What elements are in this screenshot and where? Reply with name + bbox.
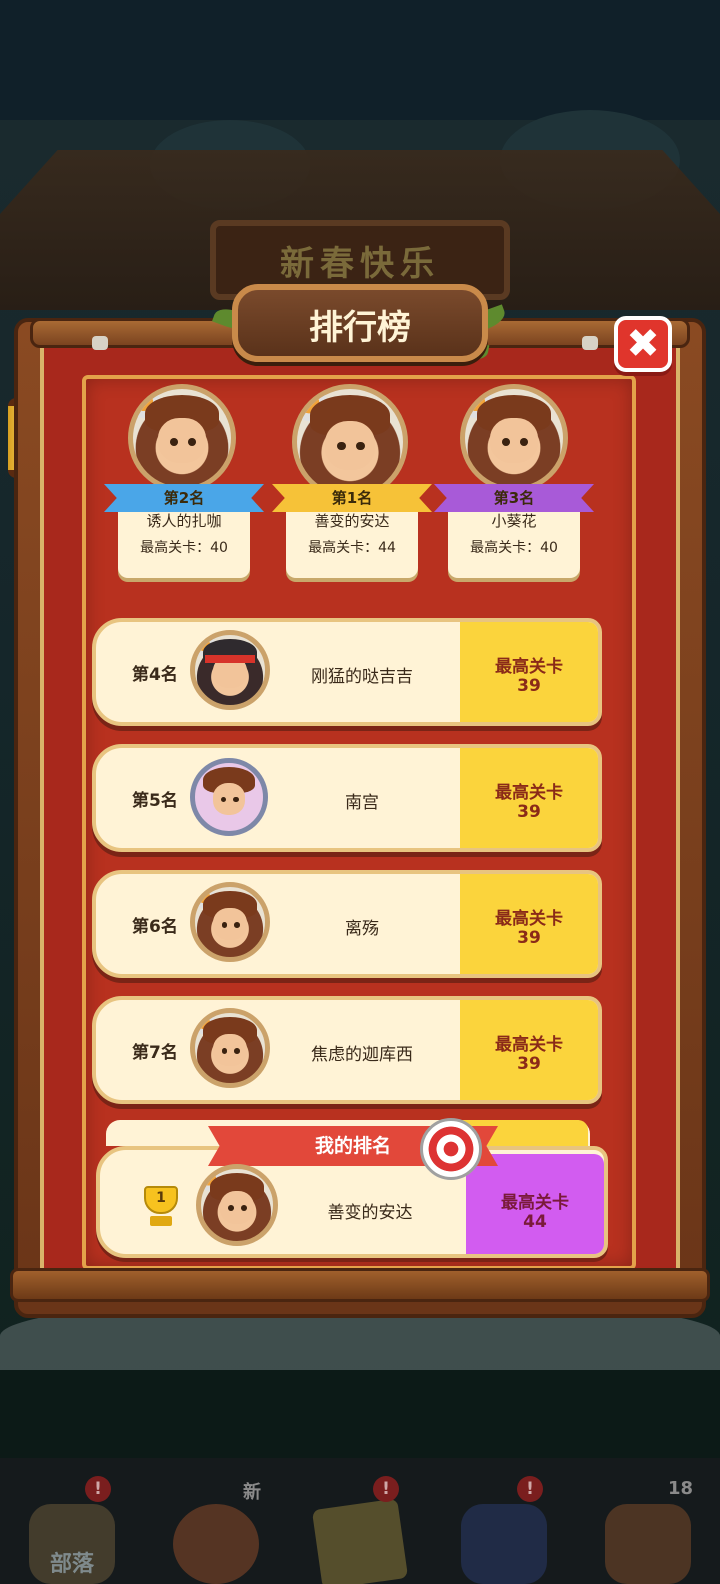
target-icon[interactable]	[420, 1118, 482, 1180]
player-avatar[interactable]	[190, 1008, 270, 1088]
avatar-eye	[502, 438, 511, 446]
avatar-eye	[170, 438, 179, 446]
ranking-name: 离殇	[345, 919, 379, 939]
ranking-rank: 第6名	[132, 917, 178, 937]
nav-tribe[interactable]: 部落 !	[17, 1474, 127, 1584]
podium-avatar-1[interactable]	[292, 384, 408, 500]
ranking-name: 刚猛的哒吉吉	[311, 667, 413, 687]
podium-level-2: 最高关卡：40	[140, 540, 228, 556]
background-sign-text: 新春快乐	[280, 244, 440, 284]
avatar-eye	[221, 1048, 228, 1054]
player-avatar[interactable]	[190, 882, 270, 962]
nav-label: 部落	[49, 1552, 94, 1577]
trophy-base	[150, 1216, 172, 1226]
my-rank-number: 1	[156, 1190, 166, 1206]
shop-icon	[605, 1504, 691, 1584]
nav-badge: 新	[243, 1482, 261, 1503]
ranking-name: 焦虑的迦库西	[311, 1045, 413, 1065]
avatar-eye	[519, 438, 528, 446]
ranking-level-value: 39	[517, 802, 541, 822]
avatar-face	[324, 420, 376, 470]
pet-icon	[461, 1504, 547, 1584]
background-ground	[0, 1370, 720, 1460]
podium-level-3: 最高关卡：40	[470, 540, 558, 556]
ranking-rank: 第5名	[132, 791, 178, 811]
podium-name-2: 诱人的扎咖	[146, 512, 222, 530]
avatar-eye	[241, 1205, 248, 1211]
ranking-row[interactable]: 第7名 焦虑的迦库西 最高关卡 39	[92, 996, 602, 1104]
nav-badge: 18	[667, 1478, 693, 1499]
map-icon	[311, 1498, 409, 1584]
player-avatar[interactable]	[190, 758, 268, 836]
podium-avatar-3[interactable]	[460, 384, 568, 492]
my-rank-level-label: 最高关卡	[501, 1193, 569, 1213]
trophy-icon: 1	[136, 1186, 186, 1228]
title-plate: 排行榜	[232, 284, 488, 362]
avatar-face	[213, 1034, 247, 1067]
avatar-eye	[221, 922, 228, 928]
avatar-face	[490, 418, 538, 464]
avatar-headband	[204, 654, 256, 663]
avatar-face	[219, 1190, 255, 1224]
ranking-rank: 第4名	[132, 665, 178, 685]
ranking-level-label: 最高关卡	[495, 1035, 563, 1055]
podium-name-1: 善变的安达	[314, 512, 390, 530]
avatar-face	[213, 908, 247, 941]
close-button[interactable]: ✖	[614, 316, 672, 372]
podium-ribbon-3: 第3名	[434, 484, 594, 512]
rivet	[582, 336, 598, 350]
my-rank-name: 善变的安达	[327, 1203, 413, 1223]
avatar-eye	[234, 1048, 240, 1054]
podium-name-3: 小葵花	[491, 512, 537, 530]
avatar-face	[212, 783, 246, 815]
ranking-level-label: 最高关卡	[495, 783, 563, 803]
nav-badge: !	[373, 1476, 399, 1502]
nav-shop[interactable]: 18	[593, 1474, 703, 1584]
nav-badge: !	[517, 1476, 543, 1502]
close-icon: ✖	[626, 321, 660, 367]
ranking-row[interactable]: 第4名 刚猛的哒吉吉 最高关卡 39	[92, 618, 602, 726]
nav-map[interactable]: !	[305, 1474, 415, 1584]
nav-badge: !	[85, 1476, 111, 1502]
avatar-eye	[228, 1205, 235, 1211]
avatar-face	[158, 418, 206, 464]
player-avatar[interactable]	[190, 630, 270, 710]
ranking-row[interactable]: 第5名 南宫 最高关卡 39	[92, 744, 602, 852]
avatar-eye	[233, 797, 239, 803]
podium-ribbon-2: 第2名	[104, 484, 264, 512]
page-title: 排行榜	[309, 308, 411, 348]
bottom-nav: 部落 ! 新 ! ! 18	[0, 1458, 720, 1584]
podium-level-1: 最高关卡：44	[308, 540, 396, 556]
ranking-level-value: 39	[517, 1054, 541, 1074]
ranking-name: 南宫	[345, 793, 379, 813]
ranking-level-label: 最高关卡	[495, 909, 563, 929]
ranking-rank: 第7名	[132, 1043, 178, 1063]
ranking-level-label: 最高关卡	[495, 657, 563, 677]
my-avatar[interactable]	[196, 1164, 278, 1246]
hero-icon	[173, 1504, 259, 1584]
podium-ribbon-1: 第1名	[272, 484, 432, 512]
nav-pet[interactable]: !	[449, 1474, 559, 1584]
ranking-row[interactable]: 第6名 离殇 最高关卡 39	[92, 870, 602, 978]
ranking-level-value: 39	[517, 676, 541, 696]
frame-bottom-rail	[10, 1268, 710, 1302]
avatar-eye	[187, 438, 196, 446]
my-rank-level-value: 44	[523, 1212, 547, 1232]
podium-avatar-2[interactable]	[128, 384, 236, 492]
ranking-level-value: 39	[517, 928, 541, 948]
avatar-eye	[234, 922, 240, 928]
nav-hero[interactable]: 新	[161, 1474, 271, 1584]
rivet	[92, 336, 108, 350]
